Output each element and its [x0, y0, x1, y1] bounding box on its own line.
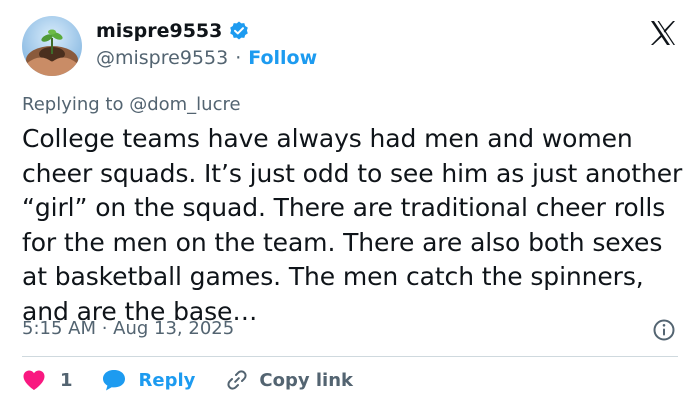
replying-to-line: Replying to @dom_lucre	[22, 94, 241, 115]
copy-link-button[interactable]: Copy link	[225, 368, 353, 392]
heart-icon	[23, 370, 45, 390]
copy-link-label: Copy link	[259, 369, 353, 391]
reply-label: Reply	[138, 369, 196, 391]
author-display-name[interactable]: mispre9553	[96, 20, 222, 42]
avatar-image	[22, 16, 82, 76]
tweet-timestamp[interactable]: 5:15 AM · Aug 13, 2025	[22, 318, 234, 339]
divider	[22, 356, 678, 357]
tweet-text: College teams have always had men and wo…	[22, 124, 683, 326]
replying-to-mention[interactable]: @dom_lucre	[129, 94, 240, 115]
link-icon	[227, 370, 247, 390]
author-handle-row: @mispre9553 · Follow	[96, 47, 317, 69]
author-handle[interactable]: @mispre9553	[96, 47, 228, 69]
speech-bubble-icon	[102, 370, 125, 391]
x-logo-icon[interactable]	[648, 18, 678, 48]
info-icon[interactable]	[652, 318, 676, 342]
tweet-card: mispre9553 @mispre9553 · Follow Replying…	[0, 0, 700, 410]
avatar[interactable]	[22, 16, 82, 76]
author-name-row: mispre9553	[96, 20, 250, 42]
reply-button[interactable]: Reply	[101, 368, 196, 392]
like-count: 1	[60, 369, 73, 391]
verified-badge-icon	[230, 21, 249, 40]
action-bar: 1 Reply Copy link	[22, 368, 353, 392]
like-button[interactable]: 1	[22, 369, 73, 391]
separator-dot: ·	[235, 47, 242, 69]
follow-button[interactable]: Follow	[248, 47, 317, 69]
replying-to-prefix: Replying to	[22, 94, 130, 115]
